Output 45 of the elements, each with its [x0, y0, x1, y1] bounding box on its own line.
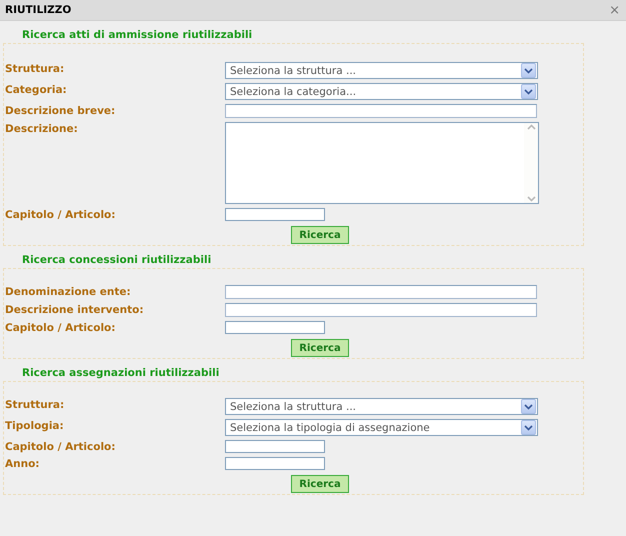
dropdown-placeholder: Seleziona la categoria... [230, 86, 356, 98]
dropdown-arrow-button[interactable] [521, 84, 536, 99]
scroll-down-icon [526, 196, 536, 202]
field-label: Tipologia: [5, 419, 65, 432]
text-field[interactable] [225, 457, 325, 470]
text-area[interactable] [225, 122, 539, 204]
text-field[interactable] [225, 285, 537, 299]
dropdown-arrow-button[interactable] [521, 399, 536, 414]
dropdown-arrow-button[interactable] [521, 63, 536, 78]
field-label: Capitolo / Articolo: [5, 321, 116, 334]
dropdown-arrow-button[interactable] [521, 420, 536, 435]
dropdown-placeholder: Seleziona la struttura ... [230, 64, 356, 76]
search-button[interactable]: Ricerca [291, 226, 349, 244]
dropdown-placeholder: Seleziona la struttura ... [230, 400, 356, 412]
text-field[interactable] [225, 440, 325, 453]
field-label: Anno: [5, 457, 40, 470]
field-label: Capitolo / Articolo: [5, 440, 116, 453]
dropdown-field[interactable]: Seleziona la tipologia di assegnazione [225, 419, 538, 436]
scroll-up-icon [526, 124, 536, 130]
dropdown-field[interactable]: Seleziona la struttura ... [225, 398, 538, 415]
text-field[interactable] [225, 321, 325, 334]
text-field[interactable] [225, 104, 537, 118]
dropdown-field[interactable]: Seleziona la categoria... [225, 83, 538, 100]
text-field[interactable] [225, 303, 537, 317]
field-label: Struttura: [5, 398, 66, 411]
field-label: Denominazione ente: [5, 285, 132, 298]
search-button[interactable]: Ricerca [291, 475, 349, 493]
field-label: Capitolo / Articolo: [5, 208, 116, 221]
field-label: Descrizione: [5, 122, 79, 135]
chevron-down-icon [524, 404, 533, 410]
field-label: Descrizione intervento: [5, 303, 145, 316]
section-title: Ricerca assegnazioni riutilizzabili [22, 366, 220, 381]
dropdown-field[interactable]: Seleziona la struttura ... [225, 62, 538, 79]
text-field[interactable] [225, 208, 325, 221]
field-label: Categoria: [5, 83, 68, 96]
section-title: Ricerca atti di ammissione riutilizzabili [22, 28, 254, 43]
search-button[interactable]: Ricerca [291, 339, 349, 357]
chevron-down-icon [524, 424, 533, 430]
dropdown-placeholder: Seleziona la tipologia di assegnazione [230, 422, 430, 434]
field-label: Descrizione breve: [5, 104, 116, 117]
chevron-down-icon [524, 88, 533, 94]
chevron-down-icon [524, 68, 533, 74]
field-label: Struttura: [5, 62, 66, 75]
section-title: Ricerca concessioni riutilizzabili [22, 253, 212, 268]
window-title: RIUTILIZZO [5, 4, 72, 16]
